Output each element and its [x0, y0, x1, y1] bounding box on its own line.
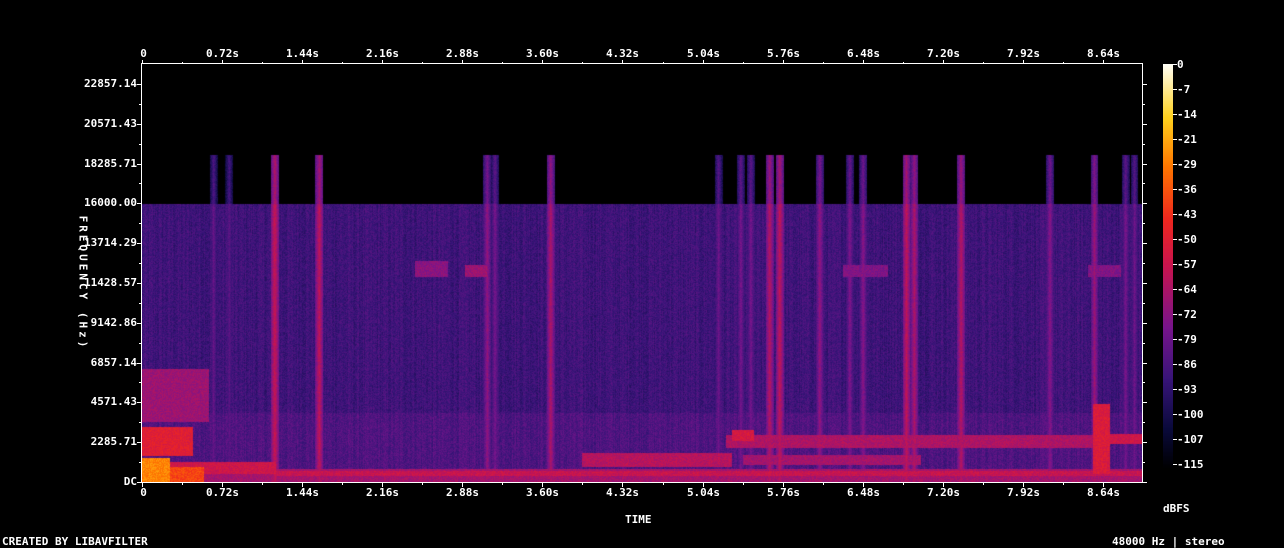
spectrogram-chart: [137, 60, 1177, 487]
y-tick-label: 6857.14: [90, 355, 137, 369]
y-tick-label: 4571.43: [90, 394, 137, 408]
colorbar-tick-label: -7: [1177, 82, 1191, 96]
x-tick-label-top: 3.60s: [525, 47, 560, 60]
y-tick-label: 2285.71: [90, 434, 137, 448]
y-axis-label: FREQUENCY (Hz): [76, 215, 90, 351]
x-tick-label-top: 0.72s: [205, 47, 240, 60]
colorbar-tick-label: -107: [1177, 432, 1204, 446]
x-axis-label: TIME: [625, 513, 652, 526]
credit-text: CREATED BY LIBAVFILTER: [2, 535, 148, 548]
y-tick-label: DC: [123, 474, 137, 488]
x-tick-label-top: 2.88s: [445, 47, 480, 60]
colorbar-tick-label: -43: [1177, 207, 1197, 221]
colorbar-tick-label: -93: [1177, 382, 1197, 396]
colorbar-tick-label: -36: [1177, 182, 1197, 196]
colorbar-tick-label: -57: [1177, 257, 1197, 271]
colorbar-tick-label: -100: [1177, 407, 1204, 421]
x-tick-label-top: 8.64s: [1086, 47, 1121, 60]
x-tick-label-bottom: 1.44s: [285, 486, 320, 499]
x-tick-label-bottom: 2.88s: [445, 486, 480, 499]
x-tick-label-top: 0: [140, 47, 147, 60]
x-tick-label-top: 1.44s: [285, 47, 320, 60]
x-tick-label-bottom: 0: [140, 486, 147, 499]
colorbar-tick-label: -86: [1177, 357, 1197, 371]
x-tick-label-bottom: 0.72s: [205, 486, 240, 499]
x-tick-label-bottom: 4.32s: [605, 486, 640, 499]
x-tick-label-bottom: 3.60s: [525, 486, 560, 499]
x-tick-label-bottom: 5.76s: [766, 486, 801, 499]
colorbar-label: dBFS: [1163, 502, 1190, 515]
x-tick-label-bottom: 6.48s: [846, 486, 881, 499]
y-tick-label: 20571.43: [84, 116, 137, 130]
x-tick-label-top: 7.92s: [1006, 47, 1041, 60]
x-tick-label-top: 4.32s: [605, 47, 640, 60]
x-tick-label-top: 5.76s: [766, 47, 801, 60]
colorbar-tick-label: -115: [1177, 457, 1204, 471]
y-tick-label: 9142.86: [90, 315, 137, 329]
x-tick-label-bottom: 7.20s: [926, 486, 961, 499]
x-tick-label-bottom: 8.64s: [1086, 486, 1121, 499]
colorbar-tick-label: 0: [1177, 57, 1184, 71]
stream-info: 48000 Hz | stereo: [1112, 535, 1225, 548]
y-tick-label: 18285.71: [84, 156, 137, 170]
colorbar-tick-label: -72: [1177, 307, 1197, 321]
x-tick-label-top: 6.48s: [846, 47, 881, 60]
x-tick-label-top: 7.20s: [926, 47, 961, 60]
colorbar-tick-label: -29: [1177, 157, 1197, 171]
x-tick-label-top: 2.16s: [365, 47, 400, 60]
x-tick-label-top: 5.04s: [686, 47, 721, 60]
colorbar-tick-label: -50: [1177, 232, 1197, 246]
y-tick-label: 13714.29: [84, 235, 137, 249]
y-tick-label: 16000.00: [84, 195, 137, 209]
colorbar-tick-label: -79: [1177, 332, 1197, 346]
colorbar: [1163, 64, 1173, 470]
colorbar-tick-label: -64: [1177, 282, 1197, 296]
x-tick-label-bottom: 5.04s: [686, 486, 721, 499]
x-tick-label-bottom: 7.92s: [1006, 486, 1041, 499]
colorbar-tick-label: -21: [1177, 132, 1197, 146]
spectrogram-heatmap: [142, 64, 1143, 482]
x-tick-label-bottom: 2.16s: [365, 486, 400, 499]
y-tick-label: 22857.14: [84, 76, 137, 90]
colorbar-tick-label: -14: [1177, 107, 1197, 121]
y-tick-label: 11428.57: [84, 275, 137, 289]
